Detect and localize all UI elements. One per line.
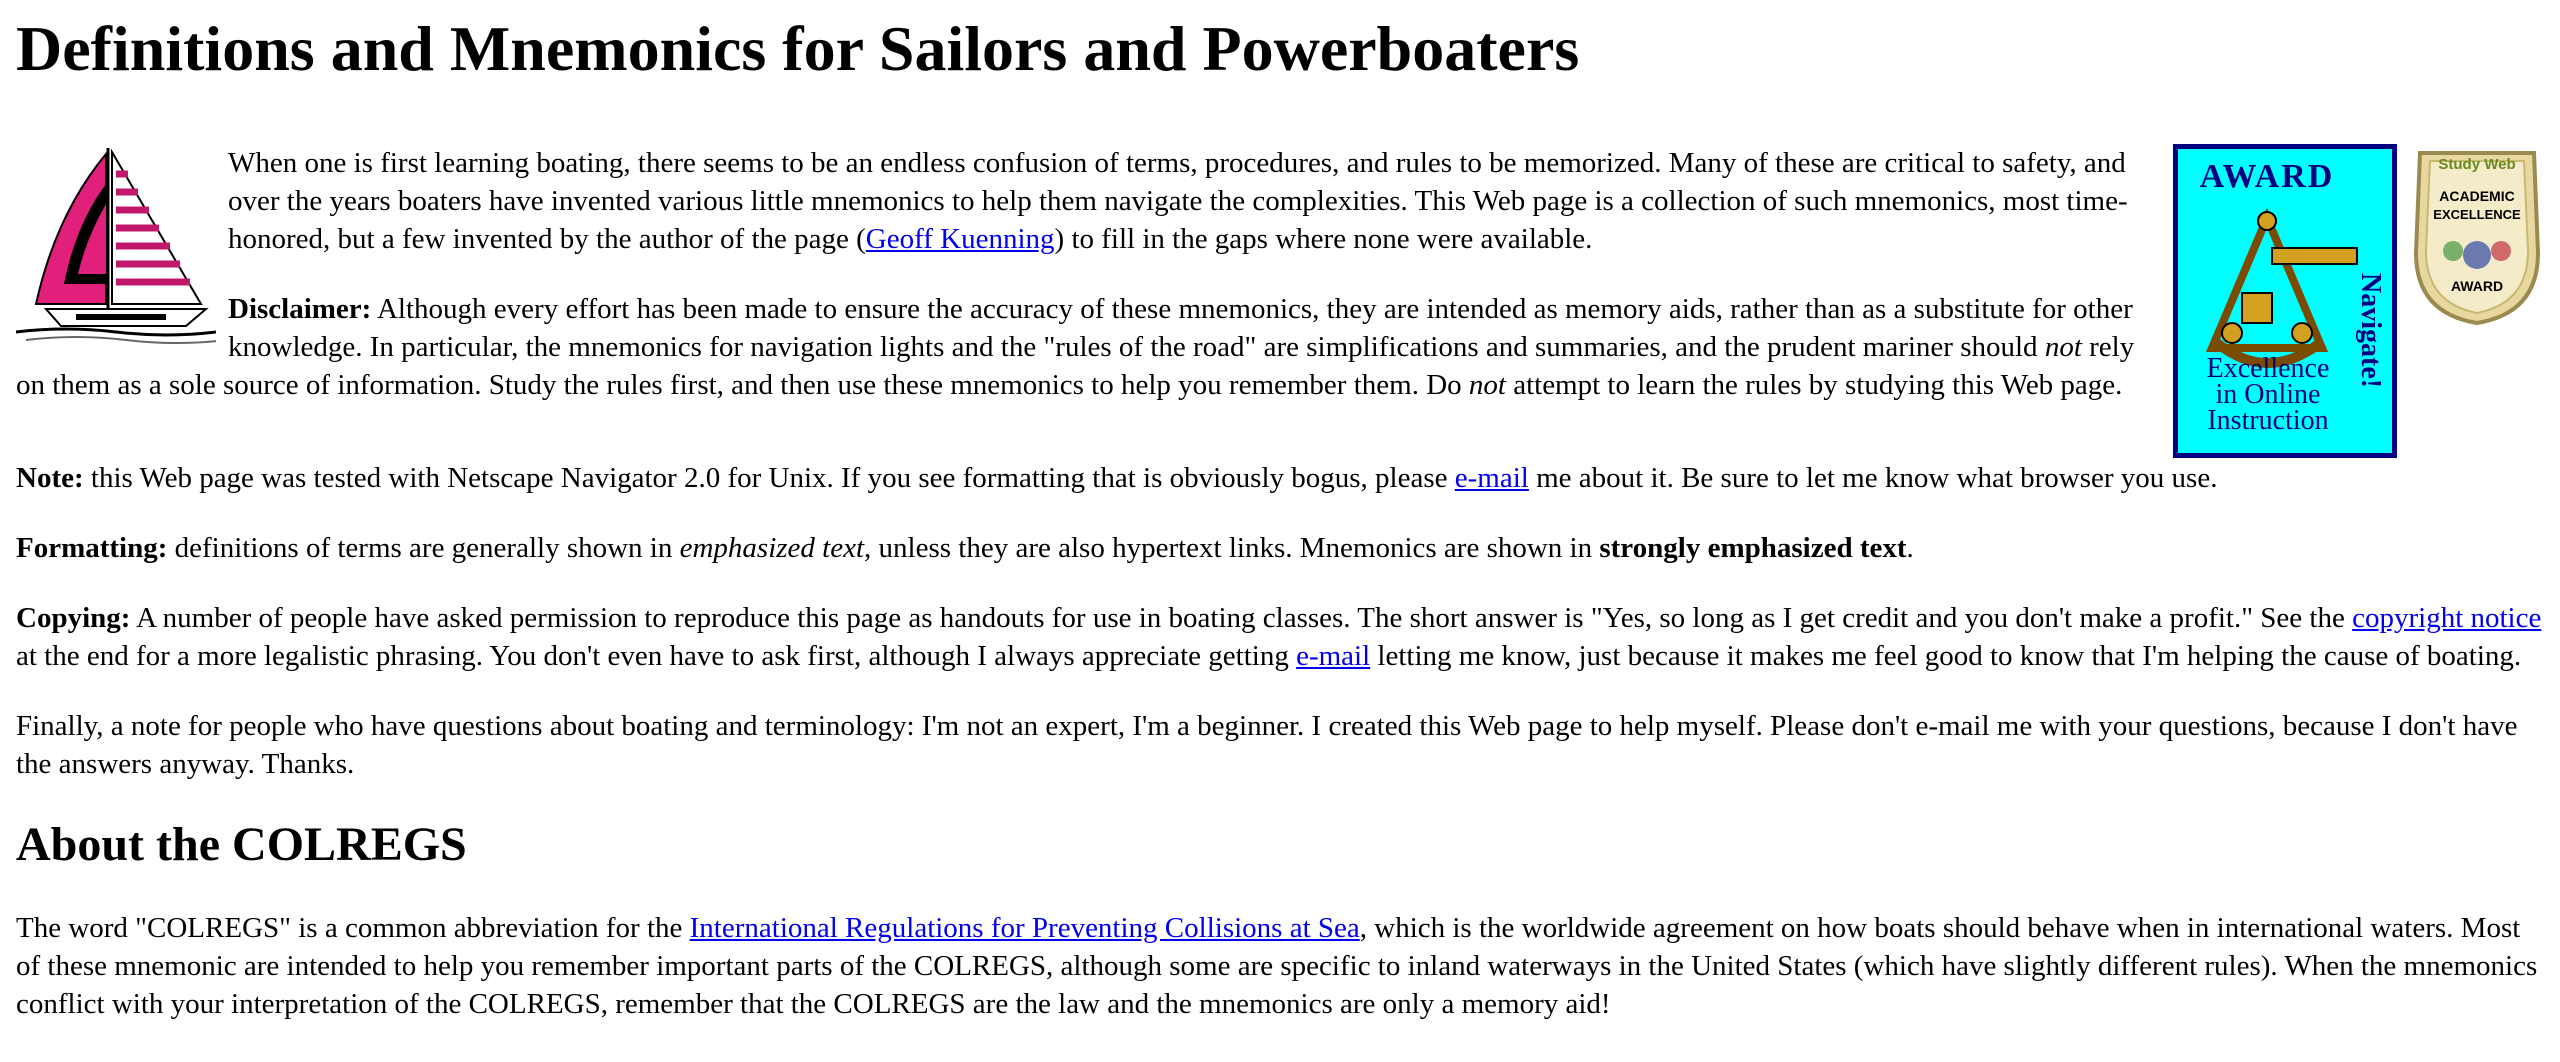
copying-paragraph: Copying: A number of people have asked p… (16, 602, 2542, 672)
disclaimer-paragraph: Disclaimer: Although every effort has be… (16, 293, 2135, 401)
author-link[interactable]: Geoff Kuenning (866, 223, 1055, 255)
academic-line2: EXCELLENCE (2433, 207, 2521, 222)
colregs-heading: About the COLREGS (16, 818, 467, 871)
note-paragraph: Note: this Web page was tested with Nets… (16, 462, 2218, 494)
colregs-paragraph: The word "COLREGS" is a common abbreviat… (16, 912, 2538, 1020)
award-badge-image[interactable]: AWARD Excellence in Online Instruction N… (2172, 143, 2398, 459)
award-top-text: AWARD (2200, 158, 2335, 195)
award-line3: Instruction (2207, 405, 2328, 436)
academic-line3: AWARD (2451, 278, 2503, 294)
finally-paragraph: Finally, a note for people who have ques… (16, 710, 2518, 780)
formatting-label: Formatting: (16, 532, 168, 564)
intro-paragraph: When one is first learning boating, ther… (228, 147, 2128, 255)
academic-excellence-badge-image[interactable]: Study Web ACADEMIC EXCELLENCE AWARD (2408, 143, 2546, 327)
copyright-notice-link[interactable]: copyright notice (2352, 602, 2541, 634)
award-images: AWARD Excellence in Online Instruction N… (2172, 143, 2546, 459)
page-title: Definitions and Mnemonics for Sailors an… (16, 13, 1580, 84)
academic-line1: ACADEMIC (2439, 188, 2514, 204)
academic-top-text: Study Web (2438, 156, 2515, 173)
intro-section: AWARD Excellence in Online Instruction N… (16, 144, 2546, 459)
award-side-text: Navigate! (2355, 273, 2386, 388)
email-link[interactable]: e-mail (1455, 462, 1529, 494)
email-link[interactable]: e-mail (1296, 640, 1370, 672)
colregs-link[interactable]: International Regulations for Preventing… (690, 912, 1360, 944)
copying-label: Copying: (16, 602, 131, 634)
formatting-paragraph: Formatting: definitions of terms are gen… (16, 532, 1914, 564)
note-label: Note: (16, 462, 84, 494)
sailboat-image (16, 148, 216, 344)
page: Definitions and Mnemonics for Sailors an… (16, 0, 2546, 1055)
disclaimer-label: Disclaimer: (228, 293, 372, 325)
